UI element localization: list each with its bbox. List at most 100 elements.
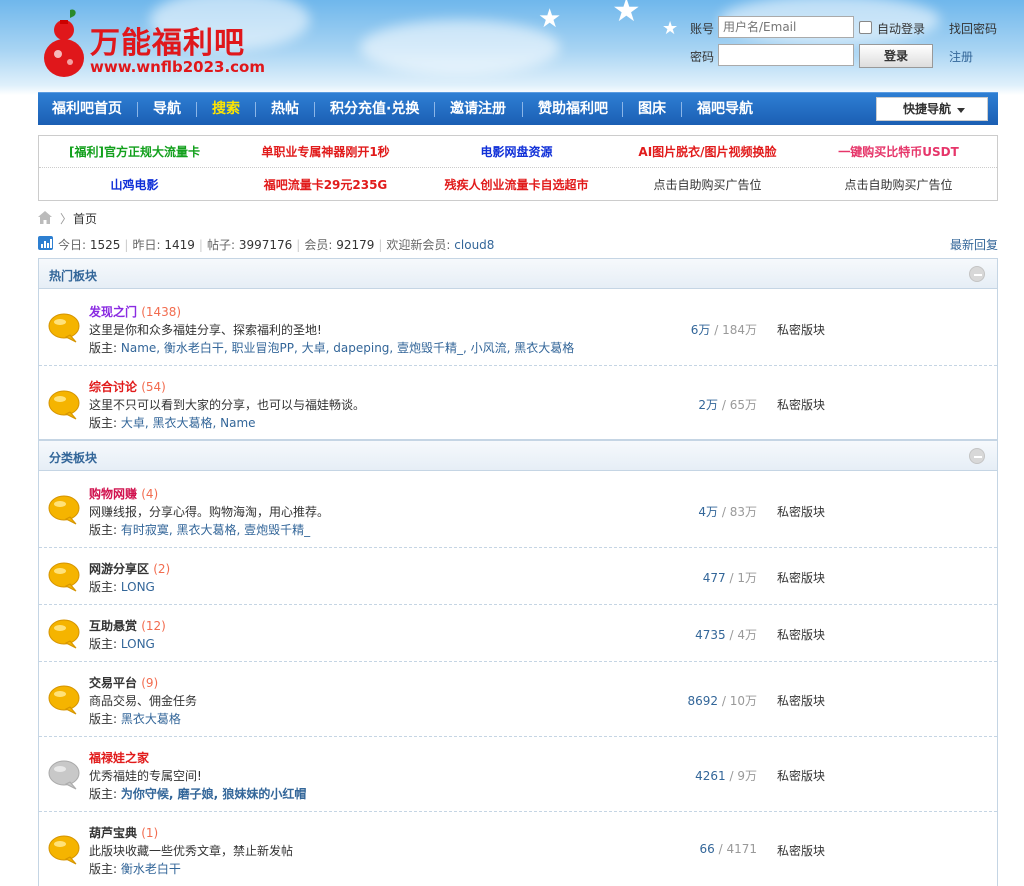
post-count: 1万 [737,571,757,585]
board-name-link[interactable]: 互助悬赏 [89,619,137,633]
board-title[interactable]: 葫芦宝典 (1) [89,824,158,841]
ad-link[interactable]: AI图片脱衣/图片视频换脸 [612,136,803,168]
auto-login-checkbox[interactable] [859,21,872,34]
nav-item-sponsor[interactable]: 赞助福利吧 [538,93,608,126]
nav-item-search[interactable]: 搜索 [212,93,240,126]
auto-login-label[interactable]: 自动登录 [877,20,925,37]
nav-item-fuba-nav[interactable]: 福吧导航 [697,93,753,126]
board-name-link[interactable]: 福禄娃之家 [89,751,149,765]
chat-bubble-icon[interactable] [48,562,80,592]
moderator-links[interactable]: LONG [121,580,155,594]
board-description: 网赚线报，分享心得。购物海淘，用心推荐。 [89,505,330,519]
board-title[interactable]: 网游分享区 (2) [89,560,170,577]
star-icon: ★ [612,0,641,29]
ad-link[interactable]: [福利]官方正规大流量卡 [39,136,230,168]
nav-item-invite[interactable]: 邀请注册 [450,93,506,126]
board-row: 葫芦宝典 (1) 此版块收藏一些优秀文章，禁止新发帖 版主: 衡水老白干 66 … [39,813,997,886]
private-board-label[interactable]: 私密版块 [777,569,825,586]
today-label: 今日: [58,238,87,252]
home-icon[interactable] [38,211,52,224]
moderator-links[interactable]: 大卓, 黑衣大葛格, Name [121,416,256,430]
chat-bubble-icon[interactable] [48,619,80,649]
board-name-link[interactable]: 购物网赚 [89,487,137,501]
private-board-label[interactable]: 私密版块 [777,503,825,520]
board-counts: 8692 / 10万 [687,694,758,708]
private-board-label[interactable]: 私密版块 [777,626,825,643]
private-board-label[interactable]: 私密版块 [777,321,825,338]
private-board-label[interactable]: 私密版块 [777,396,825,413]
board-title[interactable]: 交易平台 (9) [89,674,158,691]
chat-bubble-icon[interactable] [48,390,80,420]
ad-link[interactable]: 点击自助购买广告位 [803,169,994,201]
chat-bubble-icon[interactable] [48,495,80,525]
quick-nav-button[interactable]: 快捷导航 [876,97,988,121]
account-label: 账号 [690,22,715,36]
moderator-links[interactable]: Name, 衡水老白干, 职业冒泡PP, 大卓, dapeping, 壹炮毁千精… [121,341,574,355]
board-moderators: 版主: 大卓, 黑衣大葛格, Name [89,414,256,431]
register-link[interactable]: 注册 [949,48,973,65]
board-title[interactable]: 综合讨论 (54) [89,378,166,395]
password-label: 密码 [690,50,715,64]
chat-bubble-icon[interactable] [48,760,80,790]
yesterday-label: 昨日: [132,238,161,252]
moderator-links[interactable]: 黑衣大葛格 [121,712,181,726]
board-name-link[interactable]: 发现之门 [89,305,137,319]
today-count: 1525 [89,238,121,252]
collapse-icon[interactable] [969,448,985,464]
ad-link[interactable]: 福吧流量卡29元235G [230,169,421,201]
ad-link[interactable]: 点击自助购买广告位 [612,169,803,201]
ad-link[interactable]: 单职业专属神器刚开1秒 [230,136,421,168]
moderator-links[interactable]: 衡水老白干 [121,862,181,876]
moderator-label: 版主: [89,712,118,726]
members-label: 会员: [304,238,333,252]
ad-link[interactable]: 一键购买比特币USDT [803,136,994,168]
forgot-password-link[interactable]: 找回密码 [949,20,997,37]
nav-item-home[interactable]: 福利吧首页 [52,93,122,126]
chat-bubble-icon[interactable] [48,835,80,865]
moderator-label: 版主: [89,637,118,651]
nav-item-credits[interactable]: 积分充值·兑换 [330,93,419,126]
collapse-icon[interactable] [969,266,985,282]
board-row: 网游分享区 (2) 版主: LONG 477 / 1万 私密版块 [39,549,997,605]
nav-divider [622,102,623,117]
private-board-label[interactable]: 私密版块 [777,842,825,859]
moderator-links[interactable]: 为你守候, 磨子娘, 狼妹妹的小红帽 [121,787,306,801]
board-title[interactable]: 互助悬赏 (12) [89,617,166,634]
post-count: 184万 [722,323,757,337]
board-title[interactable]: 福禄娃之家 [89,749,149,766]
board-name-link[interactable]: 网游分享区 [89,562,149,576]
post-count: 10万 [729,694,757,708]
thread-count: 2万 [698,398,719,412]
ad-link[interactable]: 残疾人创业流量卡自选超市 [421,169,612,201]
board-title[interactable]: 发现之门 (1438) [89,303,181,320]
board-title[interactable]: 购物网赚 (4) [89,485,158,502]
moderator-links[interactable]: LONG [121,637,155,651]
nav-item-guide[interactable]: 导航 [153,93,181,126]
chat-bubble-icon[interactable] [48,685,80,715]
board-name-link[interactable]: 交易平台 [89,676,137,690]
private-board-label[interactable]: 私密版块 [777,692,825,709]
nav-item-imagehost[interactable]: 图床 [638,93,666,126]
hot-boards-section: 热门板块 发现之门 (1438) 这里是你和众多福娃分享、探索福利的圣地! 版主… [38,258,998,440]
latest-reply-link[interactable]: 最新回复 [950,236,998,253]
ad-link[interactable]: 山鸡电影 [39,169,230,201]
posts-label: 帖子: [206,238,235,252]
board-name-link[interactable]: 综合讨论 [89,380,137,394]
newest-member-link[interactable]: cloud8 [454,238,494,252]
ad-link[interactable]: 电影网盘资源 [421,136,612,168]
chat-bubble-icon[interactable] [48,313,80,343]
new-post-count: (12) [141,619,166,633]
password-input[interactable] [718,44,854,66]
site-logo[interactable]: 万能福利吧 www.wnflb2023.com [40,8,290,80]
account-input[interactable] [718,16,854,38]
login-button[interactable]: 登录 [859,44,933,68]
nav-item-hot[interactable]: 热帖 [271,93,299,126]
gourd-logo-icon [44,9,84,77]
new-post-count: (9) [141,676,159,690]
thread-count: 4735 [695,628,726,642]
board-description: 商品交易、佣金任务 [89,694,198,708]
board-name-link[interactable]: 葫芦宝典 [89,826,137,840]
private-board-label[interactable]: 私密版块 [777,767,825,784]
category-boards-section: 分类板块 购物网赚 (4) 网赚线报，分享心得。购物海淘，用心推荐。 版主: 有… [38,440,998,886]
moderator-links[interactable]: 有时寂寞, 黑衣大葛格, 壹炮毁千精_ [121,523,310,537]
